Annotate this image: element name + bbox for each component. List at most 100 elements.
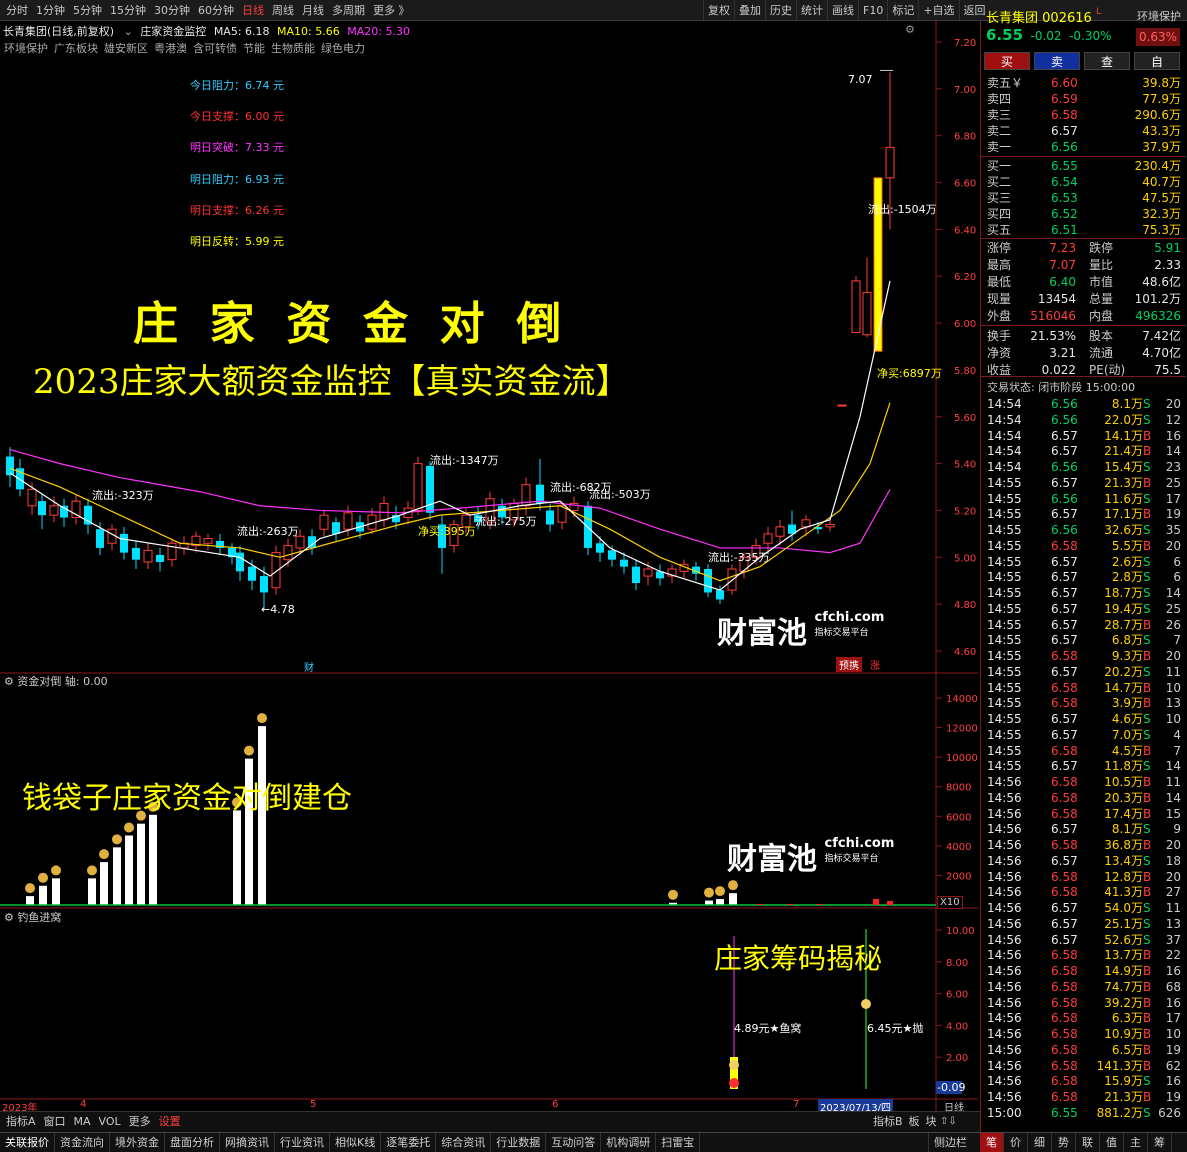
indicator-name[interactable]: 庄家资金监控: [140, 25, 206, 38]
tick-count: 16: [1165, 428, 1181, 443]
panel-tab[interactable]: 筹: [1148, 1133, 1172, 1152]
concept-tag[interactable]: 雄安新区: [104, 42, 148, 55]
money-bag-icon: [38, 872, 48, 883]
toolbar-button[interactable]: 统计: [796, 0, 827, 21]
bottom-tab[interactable]: 行业资讯: [275, 1133, 330, 1152]
period-tab[interactable]: 更多 》: [369, 0, 414, 21]
period-tab[interactable]: 月线: [298, 0, 328, 21]
concept-tag[interactable]: 含可转债: [193, 42, 237, 55]
period-tab[interactable]: 日线: [238, 0, 268, 21]
order-price: 6.55: [1051, 159, 1078, 173]
toolbar-button[interactable]: F10: [858, 0, 887, 21]
toolbar-button[interactable]: 叠加: [734, 0, 765, 21]
indicator-tab[interactable]: 指标A: [2, 1112, 40, 1132]
tick-row: 14:56 6.58 39.2万 B 16: [981, 996, 1186, 1012]
settings-icon[interactable]: ⚙: [4, 675, 14, 688]
bottom-tab[interactable]: 综合资讯: [436, 1133, 492, 1152]
indicator-tab[interactable]: 窗口: [40, 1112, 70, 1132]
panel-tab[interactable]: 笔: [980, 1133, 1004, 1152]
indicator-tab[interactable]: 板: [906, 1112, 923, 1132]
settings-icon[interactable]: ⚙: [4, 911, 14, 924]
sidebar-toggle[interactable]: 侧边栏: [928, 1133, 972, 1152]
indicator-tab[interactable]: 设置: [155, 1112, 185, 1132]
tick-side: S: [1143, 901, 1151, 915]
sector-name[interactable]: 环境保护: [1137, 8, 1181, 24]
bottom-tab[interactable]: 逐笔委托: [381, 1133, 437, 1152]
rise-badge[interactable]: 涨: [870, 657, 880, 672]
toolbar-button[interactable]: +自选: [918, 0, 958, 21]
concept-tag[interactable]: 生物质能: [271, 42, 315, 55]
tick-row: 14:55 6.57 28.7万 B 26: [981, 618, 1186, 634]
trade-action-button[interactable]: 自: [1134, 52, 1180, 70]
concept-tag[interactable]: 广东板块: [54, 42, 98, 55]
bottom-tab[interactable]: 相似K线: [330, 1133, 382, 1152]
tick-row: 14:55 6.57 4.6万 S 10: [981, 712, 1186, 728]
tick-list[interactable]: 14:54 6.56 8.1万 S 20 14:54 6.56 22.0万 S 12 14:54 6.…: [981, 397, 1186, 1127]
indicator-tab[interactable]: 块: [923, 1112, 940, 1132]
bottom-tab[interactable]: 关联报价: [0, 1133, 55, 1152]
tick-time: 14:55: [987, 570, 1022, 585]
concept-tag[interactable]: 绿色电力: [321, 42, 365, 55]
indicator-tab[interactable]: MA: [70, 1112, 95, 1132]
bottom-tab[interactable]: 互动问答: [546, 1133, 602, 1152]
bottom-tab[interactable]: 境外资金: [110, 1133, 165, 1152]
tick-side: B: [1143, 869, 1152, 884]
concept-tag[interactable]: 粤港澳: [154, 42, 187, 55]
order-level-label: 卖五￥: [987, 76, 1024, 90]
order-price: 6.59: [1051, 92, 1078, 106]
indicator-tab[interactable]: 指标B: [870, 1112, 906, 1132]
x10-badge[interactable]: X10: [937, 896, 963, 909]
tick-time: 14:56: [987, 790, 1022, 805]
bottom-tab[interactable]: 资金流向: [55, 1133, 110, 1152]
order-level-label: 卖四: [987, 92, 1012, 106]
period-tab[interactable]: 15分钟: [106, 0, 150, 21]
trade-action-button[interactable]: 买: [984, 52, 1030, 70]
bottom-tab[interactable]: 扫雷宝: [656, 1133, 701, 1152]
period-tab[interactable]: 60分钟: [194, 0, 238, 21]
period-tab[interactable]: 周线: [268, 0, 298, 21]
bottom-tab[interactable]: 盘面分析: [165, 1133, 220, 1152]
trade-action-button[interactable]: 查: [1084, 52, 1130, 70]
period-tab[interactable]: 5分钟: [69, 0, 106, 21]
bottom-tab[interactable]: 网摘资讯: [220, 1133, 275, 1152]
tick-row: 14:54 6.57 14.1万 B 16: [981, 429, 1186, 445]
toolbar-button[interactable]: 返回: [958, 0, 990, 21]
expand-icon[interactable]: ⇧⇩: [940, 1112, 957, 1132]
tick-side: B: [1143, 948, 1152, 963]
panel-tab[interactable]: 值: [1100, 1133, 1124, 1152]
concept-tag[interactable]: 环境保护: [4, 42, 48, 55]
tick-price: 6.58: [1051, 1090, 1078, 1104]
candle: [596, 543, 604, 553]
order-book-row: 卖三 6.58 290.6万: [981, 107, 1186, 123]
bottom-tab[interactable]: 机构调研: [601, 1133, 657, 1152]
bottom-tab[interactable]: 行业数据: [491, 1133, 547, 1152]
toolbar-button[interactable]: 标记: [887, 0, 918, 21]
panel-tab[interactable]: 联: [1076, 1133, 1100, 1152]
period-tab[interactable]: 1分钟: [32, 0, 69, 21]
panel-tab[interactable]: 势: [1052, 1133, 1076, 1152]
trade-action-button[interactable]: 卖: [1034, 52, 1080, 70]
finance-badge[interactable]: 财: [304, 659, 314, 674]
period-tab[interactable]: 多周期: [328, 0, 369, 21]
period-tab[interactable]: 30分钟: [150, 0, 194, 21]
indicator-tab[interactable]: VOL: [95, 1112, 125, 1132]
forecast-badge[interactable]: 预携: [836, 657, 862, 672]
tick-row: 14:55 6.58 5.5万 B 20: [981, 539, 1186, 555]
chevron-down-icon[interactable]: ⌄: [124, 25, 133, 38]
toolbar-button[interactable]: 历史: [765, 0, 796, 21]
period-tab[interactable]: 分时: [2, 0, 32, 21]
toolbar-button[interactable]: 画线: [827, 0, 858, 21]
indicator-tab[interactable]: 更多: [125, 1112, 155, 1132]
panel-tab[interactable]: 主: [1124, 1133, 1148, 1152]
order-volume: 37.9万: [1142, 140, 1181, 154]
tick-row: 14:55 6.56 11.6万 S 17: [981, 492, 1186, 508]
tick-row: 14:55 6.58 3.9万 B 13: [981, 696, 1186, 712]
level-label: 今日阻力：6.74 元: [190, 79, 284, 92]
panel-tab[interactable]: 价: [1004, 1133, 1028, 1152]
candle: [248, 566, 256, 581]
gear-icon[interactable]: ⚙: [905, 23, 915, 36]
panel-tab[interactable]: 细: [1028, 1133, 1052, 1152]
toolbar-button[interactable]: 复权: [703, 0, 734, 21]
watermark-1: 财富池 cfchi.com 指标交易平台: [717, 608, 884, 652]
concept-tag[interactable]: 节能: [243, 42, 265, 55]
